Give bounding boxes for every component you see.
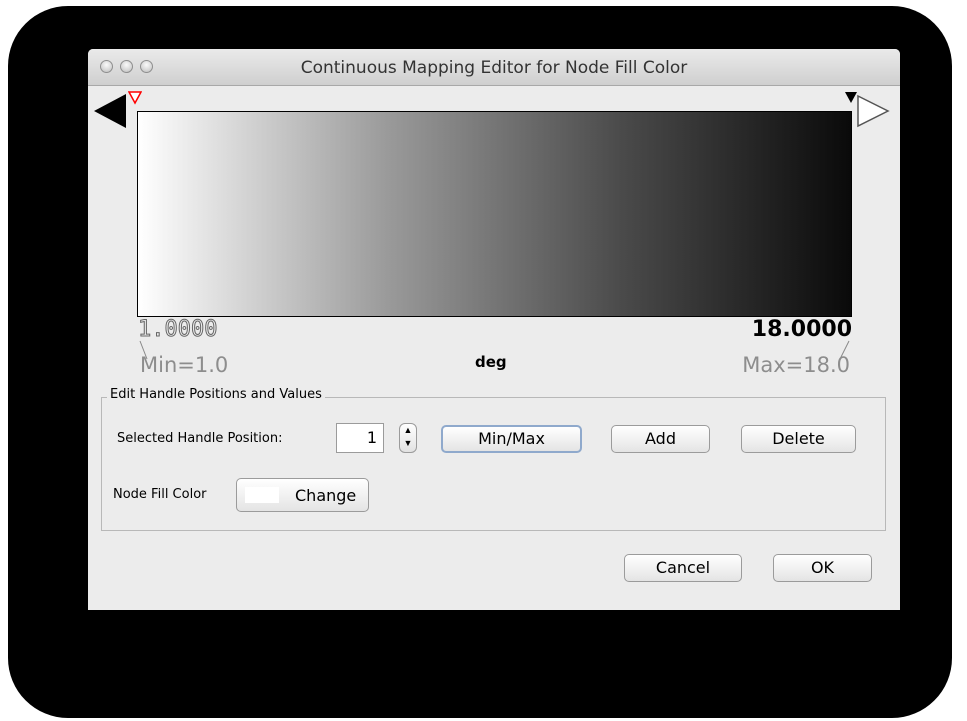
handle-position-label: Selected Handle Position: (117, 431, 283, 446)
cancel-button[interactable]: Cancel (624, 554, 742, 582)
decrement-icon[interactable]: ▼ (400, 437, 416, 450)
minmax-button[interactable]: Min/Max (441, 425, 582, 453)
left-arrow-icon[interactable] (94, 94, 126, 128)
mapping-editor-window: Continuous Mapping Editor for Node Fill … (88, 49, 900, 610)
increment-icon[interactable]: ▲ (400, 424, 416, 437)
handle-position-input[interactable]: 1 (336, 423, 384, 453)
change-color-button[interactable]: Change (236, 478, 369, 512)
ok-button[interactable]: OK (773, 554, 872, 582)
edit-handle-panel-title: Edit Handle Positions and Values (107, 387, 325, 402)
node-fill-color-label: Node Fill Color (113, 487, 207, 502)
max-label: Max=18.0 (742, 353, 850, 377)
min-label: Min=1.0 (140, 353, 229, 377)
change-color-label: Change (295, 486, 357, 505)
add-button[interactable]: Add (611, 425, 710, 453)
left-handle[interactable] (128, 91, 142, 105)
right-arrow-icon[interactable] (856, 94, 890, 128)
attribute-name: deg (475, 353, 507, 371)
right-handle[interactable] (844, 91, 858, 105)
gradient-bar[interactable] (137, 111, 852, 317)
handle-position-stepper[interactable]: ▲ ▼ (399, 423, 417, 453)
edit-handle-panel (101, 397, 886, 531)
delete-button[interactable]: Delete (741, 425, 856, 453)
color-swatch (245, 487, 279, 503)
